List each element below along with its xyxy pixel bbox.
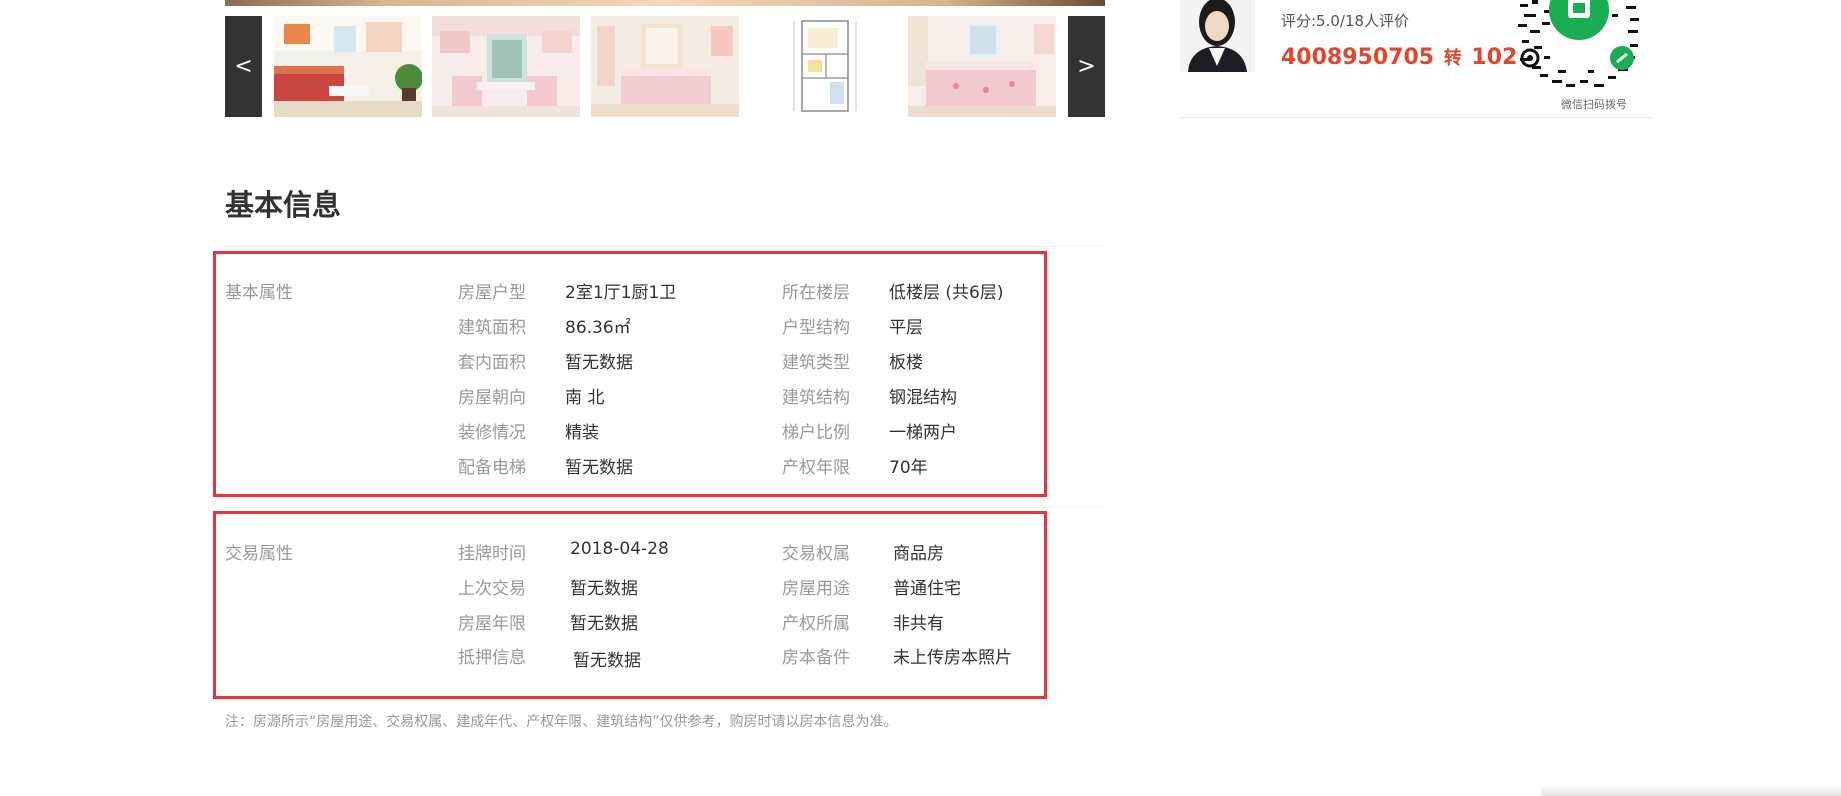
thumbnail-dining[interactable] xyxy=(432,16,580,117)
attr-key: 建筑类型 xyxy=(782,353,850,373)
attr-value: 2室1厅1厨1卫 xyxy=(565,283,677,303)
basic-info-title: 基本信息 xyxy=(225,188,342,222)
attr-value: 平层 xyxy=(889,318,923,338)
attr-key: 配备电梯 xyxy=(458,458,526,478)
attr-key: 交易权属 xyxy=(782,544,850,564)
main-photo-edge xyxy=(225,0,1105,6)
section-divider xyxy=(225,246,1105,247)
attr-key: 梯户比例 xyxy=(782,423,850,443)
dining-image xyxy=(432,16,580,117)
attr-value: 未上传房本照片 xyxy=(893,648,1012,668)
attr-value: 暂无数据 xyxy=(565,353,633,373)
bedroom-image xyxy=(591,16,739,117)
attr-value: 2018-04-28 xyxy=(570,539,669,559)
thumbnail-bedroom[interactable] xyxy=(591,16,739,117)
attr-key: 上次交易 xyxy=(458,579,526,599)
gallery-prev-button[interactable]: < xyxy=(225,16,262,117)
agent-rating: 评分:5.0/18人评价 xyxy=(1281,12,1410,30)
attr-value: 钢混结构 xyxy=(889,388,957,408)
attr-key: 建筑结构 xyxy=(782,388,850,408)
attr-key: 房屋朝向 xyxy=(458,388,526,408)
attr-value: 86.36㎡ xyxy=(565,318,631,338)
bedroom-2-image xyxy=(908,16,1056,117)
attr-key: 户型结构 xyxy=(782,318,850,338)
attr-key: 所在楼层 xyxy=(782,283,850,303)
attr-value: 商品房 xyxy=(893,544,944,564)
attr-value: 普通住宅 xyxy=(893,579,961,599)
attr-value: 南 北 xyxy=(565,388,605,408)
attr-key: 房屋用途 xyxy=(782,579,850,599)
attr-value: 暂无数据 xyxy=(573,651,641,671)
attr-key: 挂牌时间 xyxy=(458,544,526,564)
corner-shadow xyxy=(1541,784,1841,796)
agent-phone: 4008950705 转 1023 xyxy=(1281,44,1533,70)
attr-key: 房屋年限 xyxy=(458,614,526,634)
attr-key: 抵押信息 xyxy=(458,648,526,668)
attr-key: 装修情况 xyxy=(458,423,526,443)
agent-avatar[interactable] xyxy=(1180,0,1255,72)
thumbnail-floor-plan[interactable] xyxy=(750,16,898,117)
attr-key: 建筑面积 xyxy=(458,318,526,338)
attr-value: 板楼 xyxy=(889,353,923,373)
qr-code-image xyxy=(1518,0,1640,88)
attr-key: 产权年限 xyxy=(782,458,850,478)
trade-attributes-label: 交易属性 xyxy=(225,544,293,564)
attr-value: 暂无数据 xyxy=(565,458,633,478)
phone-main: 4008950705 xyxy=(1281,45,1435,70)
qr-caption: 微信扫码拨号 xyxy=(1561,98,1627,111)
disclaimer-note: 注：房源所示“房屋用途、交易权属、建成年代、产权年限、建筑结构”仅供参考，购房时… xyxy=(225,714,898,730)
attr-value: 一梯两户 xyxy=(889,423,957,443)
attr-key: 产权所属 xyxy=(782,614,850,634)
attr-value: 非共有 xyxy=(893,614,944,634)
attr-value: 70年 xyxy=(889,458,928,478)
attr-value: 暂无数据 xyxy=(570,579,638,599)
thumbnail-living-room[interactable] xyxy=(274,16,422,117)
attr-key: 房屋户型 xyxy=(458,283,526,303)
attr-value: 精装 xyxy=(565,423,599,443)
wechat-qr-code xyxy=(1518,0,1640,88)
floor-plan-image xyxy=(750,16,898,117)
gallery-next-button[interactable]: > xyxy=(1068,16,1105,117)
attr-key: 房本备件 xyxy=(782,648,850,668)
phone-extension-separator: 转 xyxy=(1443,48,1462,69)
agent-photo xyxy=(1180,0,1255,72)
attr-value: 暂无数据 xyxy=(570,614,638,634)
group-divider xyxy=(225,507,1105,508)
thumbnail-bedroom-2[interactable] xyxy=(908,16,1056,117)
basic-attributes-label: 基本属性 xyxy=(225,283,293,303)
living-room-image xyxy=(274,16,422,117)
attr-key: 套内面积 xyxy=(458,353,526,373)
agent-panel-divider xyxy=(1180,117,1652,118)
attr-value: 低楼层 (共6层) xyxy=(889,283,1004,303)
